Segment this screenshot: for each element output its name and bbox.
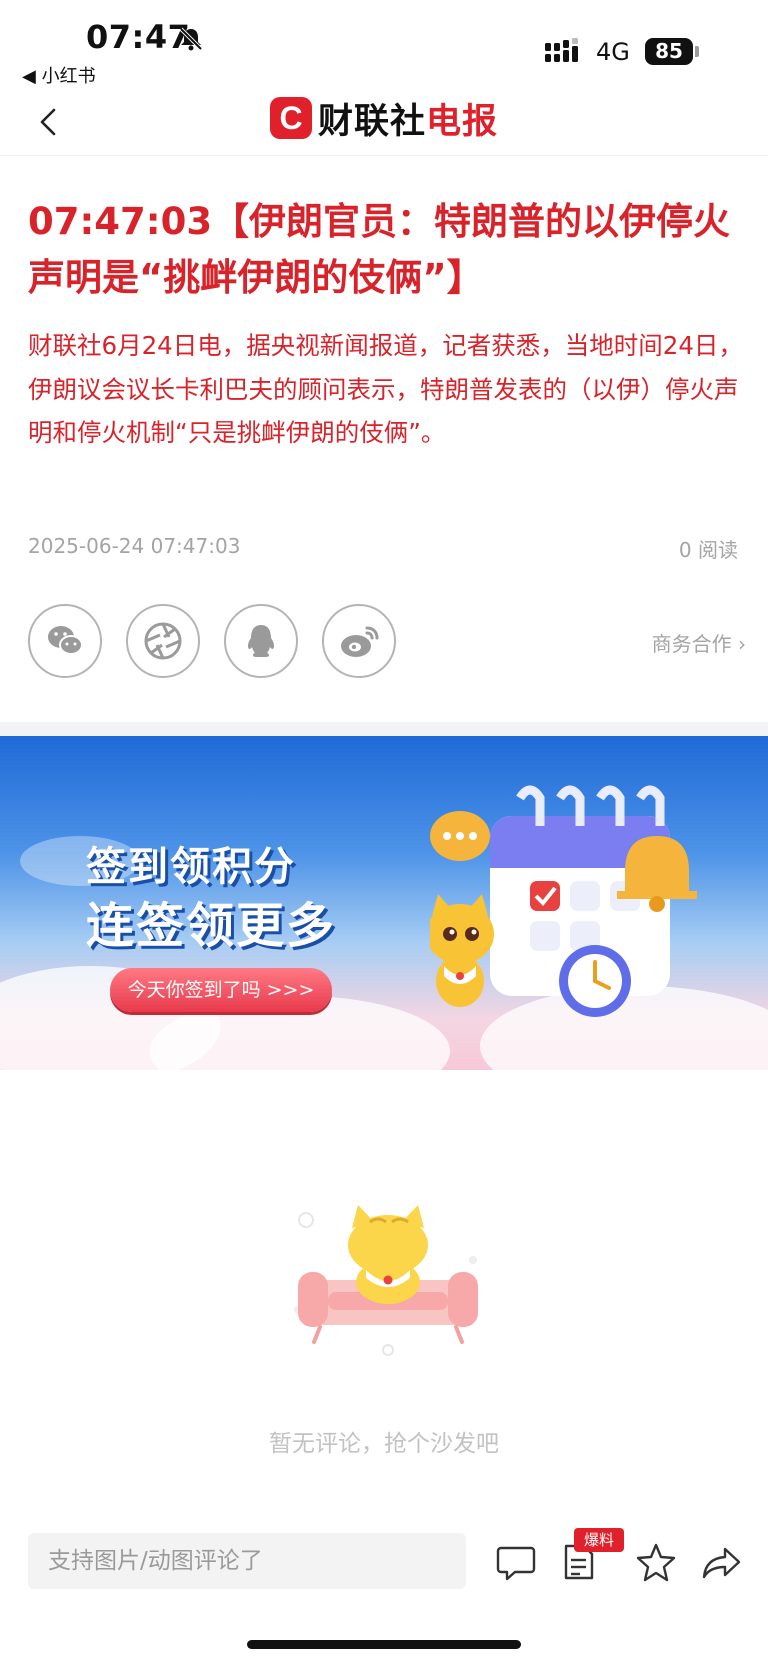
banner-title-line1: 签到领积分 [86,844,296,890]
banner-title-line2: 连签领更多 [86,898,337,954]
share-wechat-button[interactable] [28,604,102,678]
bell-off-icon [179,27,203,51]
brand-tail: 电报 [426,101,499,142]
nav-bar: C 财联社 电报 [0,90,768,156]
read-count: 0 阅读 [678,538,738,562]
tip-off-badge: 爆料 [574,1528,624,1552]
star-favorite-icon[interactable] [634,1540,678,1584]
signal-icon [545,38,578,62]
brand-logo-mark: C [270,97,312,139]
share-weibo-button[interactable] [322,604,396,678]
article-headline: 07:47:03【伊朗官员：特朗普的以伊停火声明是“挑衅伊朗的伎俩”】 [28,200,731,299]
share-icon[interactable] [700,1540,744,1584]
calendar-mascot-illustration [430,785,697,1017]
empty-comments-illustration [294,1205,478,1356]
back-to-app-link[interactable]: ◀ 小红书 [22,62,96,88]
empty-comments-text: 暂无评论，抢个沙发吧 [269,1431,499,1457]
checkin-banner[interactable]: 签到领积分 连签领更多 今天你签到了吗 >>> [0,736,768,1070]
battery-indicator: 85 [645,38,693,65]
comment-input[interactable]: 支持图片/动图评论了 [28,1533,466,1589]
network-type: 4G [596,38,630,66]
section-divider [0,722,768,736]
moments-icon [144,622,182,660]
status-bar: 07:47 ◀ 小红书 4G 85 [0,0,768,90]
checkin-cta-button[interactable]: 今天你签到了吗 >>> [110,968,332,1012]
article-datetime: 2025-06-24 07:47:03 [28,534,241,558]
weibo-icon [341,626,379,657]
brand-logo: C 财联社 电报 [270,95,499,142]
article-body: 财联社6月24日电，据央视新闻报道，记者获悉，当地时间24日，伊朗议会议长卡利巴… [28,331,743,447]
brand-name: 财联社 [318,101,427,142]
battery-cap [695,46,699,57]
business-cooperation-link[interactable]: 商务合作 › [652,628,746,657]
qq-icon [247,625,275,657]
back-arrow-icon[interactable] [30,102,70,142]
wechat-icon [48,626,83,655]
home-indicator [247,1640,521,1649]
status-time: 07:47 [86,18,191,56]
share-moments-button[interactable] [126,604,200,678]
share-qq-button[interactable] [224,604,298,678]
comment-icon[interactable] [494,1540,538,1584]
share-row: 商务合作 › [28,604,748,678]
